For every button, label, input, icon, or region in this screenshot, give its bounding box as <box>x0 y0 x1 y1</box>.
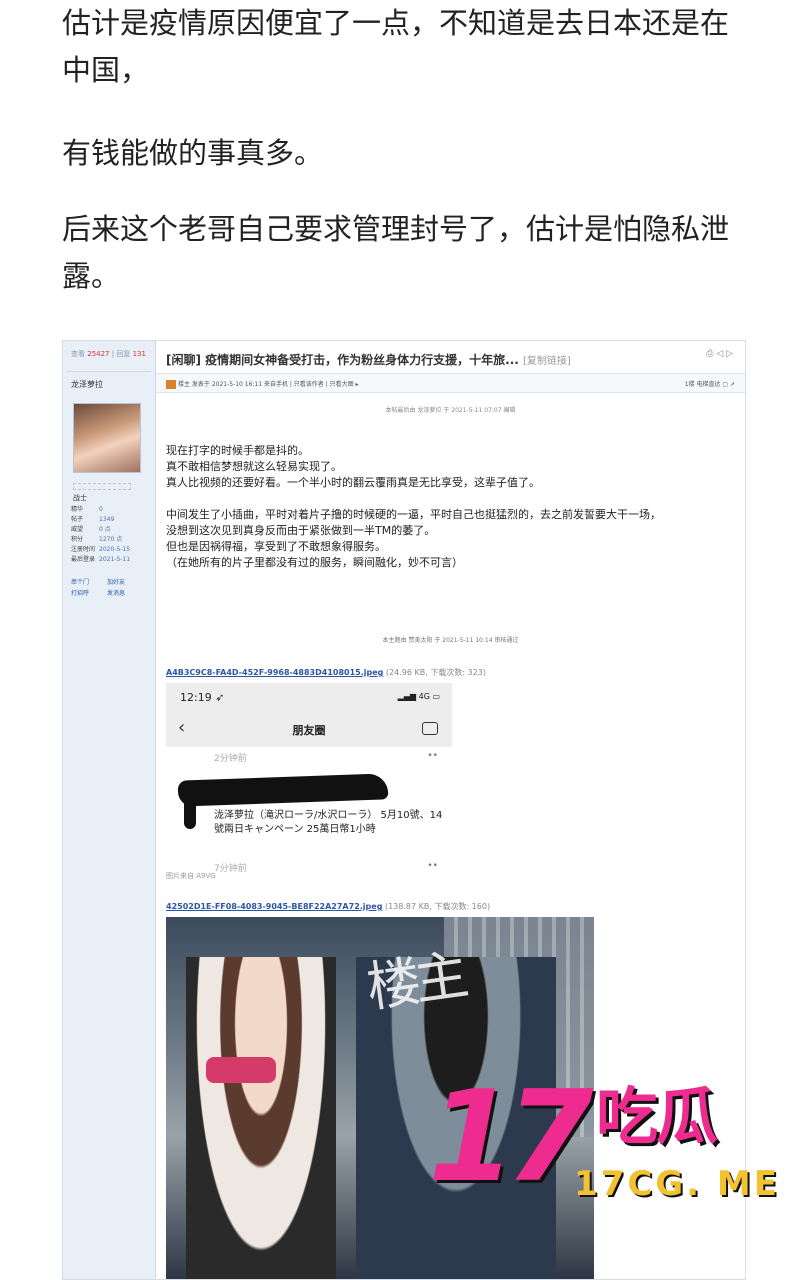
more-icon-2: •• <box>427 861 438 871</box>
copy-link-button[interactable]: [复制链接] <box>523 356 571 367</box>
author-sidebar: 查看 25427 | 回复 131 龙泽萝拉 战士 精华 0 帖子 1349 威望 0… <box>63 341 156 1279</box>
image-source: 图片来自 A9VG <box>166 872 216 880</box>
floor-jump[interactable]: 1楼 电梯直达 ▢ ➚ <box>685 379 735 388</box>
attachment-1: A4B3C9C8-FA4D-452F-9968-4883D4108015.jpe… <box>166 668 486 677</box>
watermark-chinese: 吃瓜 <box>596 1080 718 1153</box>
avatar[interactable] <box>73 403 141 473</box>
visit-link[interactable]: 串个门 <box>71 577 107 588</box>
author-actions: 串个门 加好友 打招呼 发消息 <box>71 577 151 599</box>
post-body: 现在打字的时候手都是抖的。 真不敢相信梦想就这么轻易实现了。 真人比视频的还要好… <box>166 444 661 569</box>
article-paragraph-2: 有钱能做的事真多。 <box>62 136 324 170</box>
thread-stats: 查看 25427 | 回复 131 <box>71 350 146 358</box>
watermark-url: 17CG. ME <box>574 1164 780 1204</box>
watermark-number: 17 <box>428 1063 593 1210</box>
wechat-screenshot: 12:19 ➶ ▂▄▆ 4G ▭ ‹ 朋友圈 2分钟前 •• 泷泽萝拉（滝沢ロー… <box>166 683 452 877</box>
signal-icon: ▂▄▆ 4G ▭ <box>397 692 440 701</box>
replies-count: 131 <box>132 350 146 358</box>
woman-figure <box>186 957 336 1279</box>
post-meta-bar: 楼主 发表于 2021-5-10 16:11 来自手机 | 只看该作者 | 只看… <box>156 373 745 393</box>
level-bar <box>73 483 131 490</box>
face-mask <box>206 1057 276 1083</box>
author-profile-table: 精华 0 帖子 1349 威望 0 点 积分 1270 点 注册时间 2020-5-15 … <box>71 506 131 563</box>
moments-post-text: 泷泽萝拉（滝沢ローラ/水沢ローラ） 5月10號、14號兩日キャンペーン 25萬日… <box>214 810 443 835</box>
thread-title: [闲聊] 疫情期间女神备受打击，作为粉丝身体力行支援，十年旅... [复制链接] <box>166 353 571 367</box>
author-rank: 战士 <box>73 494 87 502</box>
attachment-2-link[interactable]: 42502D1E-FF08-4083-9045-BE8F22A27A72.jpe… <box>166 902 382 911</box>
views-count: 25427 <box>87 350 110 358</box>
print-nav-icons[interactable]: ⎙ ◁ ▷ <box>706 349 733 359</box>
phone-time: 12:19 ➶ <box>180 691 225 704</box>
author-name[interactable]: 龙泽萝拉 <box>71 379 103 390</box>
moments-title: 朋友圈 <box>292 724 326 737</box>
edit-note: 本帖最后由 龙泽萝拉 于 2021-5-11 07:07 编辑 <box>385 407 516 414</box>
host-badge-icon <box>166 380 176 389</box>
handwritten-signature: 楼主 <box>362 943 467 1020</box>
attachment-2: 42502D1E-FF08-4083-9045-BE8F22A27A72.jpe… <box>166 902 491 911</box>
message-link[interactable]: 发消息 <box>107 588 143 599</box>
redaction-scribble-2 <box>184 795 196 829</box>
camera-icon <box>422 722 438 735</box>
more-icon: •• <box>427 751 438 761</box>
add-friend-link[interactable]: 加好友 <box>107 577 143 588</box>
greet-link[interactable]: 打招呼 <box>71 588 107 599</box>
article-paragraph-1: 估计是疫情原因便宜了一点，不知道是去日本还是在中国， <box>62 6 730 87</box>
attachment-1-link[interactable]: A4B3C9C8-FA4D-452F-9968-4883D4108015.jpe… <box>166 668 383 677</box>
site-watermark: 17 吃瓜 17CG. ME <box>428 1072 798 1212</box>
approve-note: 本主题由 赞美太阳 于 2021-5-11 10:14 审核通过 <box>382 637 519 644</box>
redaction-scribble <box>177 773 389 807</box>
time-ago-2: 7分钟前 <box>214 864 247 874</box>
time-ago-1: 2分钟前 <box>214 754 247 764</box>
article-paragraph-3: 后来这个老哥自己要求管理封号了，估计是怕隐私泄露。 <box>62 212 730 293</box>
